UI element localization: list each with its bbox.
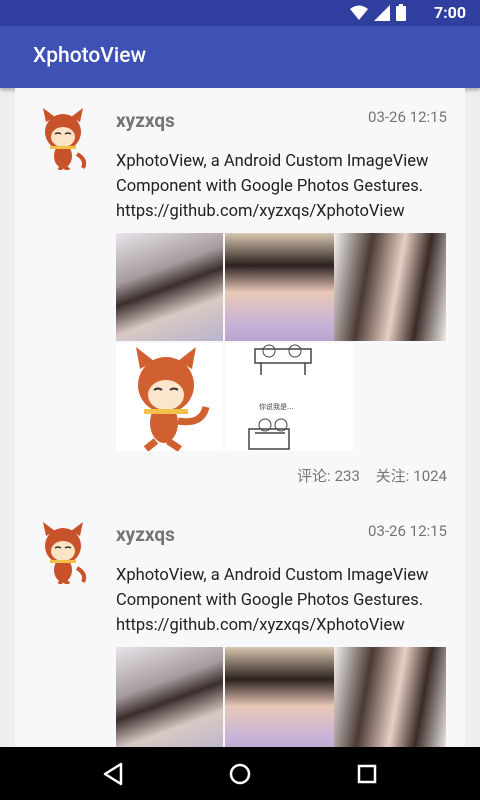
photo-thumbnail[interactable] — [334, 233, 446, 341]
post-stats: 评论: 233 关注: 1024 — [293, 465, 447, 486]
avatar[interactable] — [33, 106, 93, 170]
post-item[interactable]: xyzxqs 03-26 12:15 XphotoView, a Android… — [15, 88, 465, 498]
post-text: XphotoView, a Android Custom ImageView C… — [116, 152, 429, 221]
username[interactable]: xyzxqs — [116, 523, 175, 546]
svg-text:你说我是...: 你说我是... — [259, 402, 294, 411]
clock: 7:00 — [433, 3, 466, 22]
recents-icon[interactable] — [352, 759, 382, 789]
photo-thumbnail[interactable] — [334, 647, 446, 747]
app-bar: XphotoView — [0, 26, 480, 88]
follows-label: 关注: — [375, 467, 410, 485]
photo-thumbnail[interactable]: 你说我是... — [225, 343, 353, 451]
signal-icon — [374, 4, 390, 21]
back-icon[interactable] — [99, 759, 129, 789]
photo-thumbnail[interactable] — [116, 233, 223, 341]
follows-count: 1024 — [413, 467, 447, 485]
post-timestamp: 03-26 12:15 — [368, 522, 447, 540]
post-timestamp: 03-26 12:15 — [368, 108, 447, 126]
status-icons — [350, 4, 406, 21]
home-icon[interactable] — [225, 759, 255, 789]
status-bar: 7:00 — [0, 0, 480, 26]
comments-count: 233 — [334, 467, 360, 485]
avatar[interactable] — [33, 520, 93, 584]
wifi-icon — [350, 5, 368, 20]
photo-thumbnail[interactable] — [116, 647, 223, 747]
username[interactable]: xyzxqs — [116, 109, 175, 132]
photo-thumbnail[interactable] — [116, 343, 223, 451]
battery-icon — [396, 4, 406, 21]
navigation-bar — [0, 747, 480, 800]
app-title: XphotoView — [33, 44, 147, 68]
comments-label: 评论: — [296, 467, 331, 485]
post-item[interactable]: xyzxqs 03-26 12:15 XphotoView, a Android… — [15, 502, 465, 747]
post-text: XphotoView, a Android Custom ImageView C… — [116, 566, 429, 635]
post-list[interactable]: xyzxqs 03-26 12:15 XphotoView, a Android… — [15, 88, 465, 747]
